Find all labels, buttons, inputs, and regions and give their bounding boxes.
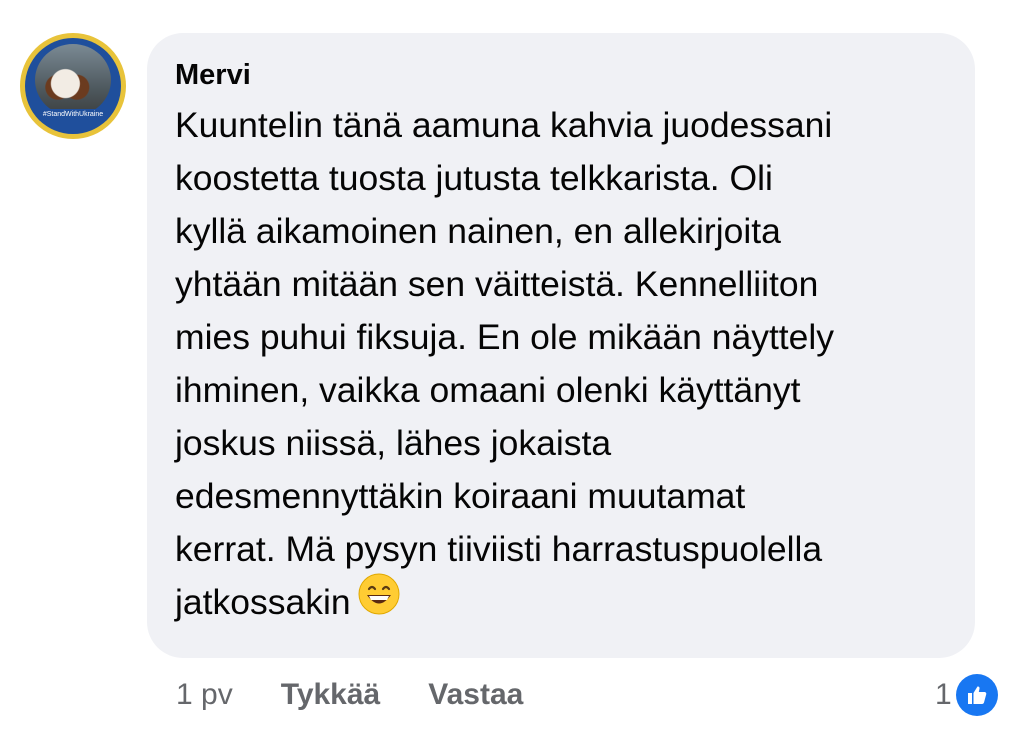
comment-bubble: Mervi Kuuntelin tänä aamuna kahvia juode… (147, 33, 975, 658)
comment: #StandWithUkraine Mervi Kuuntelin tänä a… (0, 0, 1024, 730)
reactions-summary[interactable]: 1 (935, 672, 998, 718)
comment-text-line: koostetta tuosta jutusta telkkarista. Ol… (175, 158, 773, 198)
comment-text-line: edesmennyttäkin koiraani muutamat (175, 476, 746, 516)
comment-text: Kuuntelin tänä aamuna kahvia juodessani … (175, 99, 945, 631)
comment-text-line: jatkossakin (175, 582, 351, 622)
comment-author[interactable]: Mervi (175, 57, 945, 93)
comment-text-line: joskus niissä, lähes jokaista (175, 423, 612, 463)
comment-text-line: ihminen, vaikka omaani olenki käyttänyt (175, 370, 801, 410)
comment-text-line: mies puhui fiksuja. En ole mikään näytte… (175, 317, 835, 357)
comment-timestamp[interactable]: 1 pv (176, 678, 233, 712)
comment-text-line: Kuuntelin tänä aamuna kahvia juodessani (175, 105, 833, 145)
avatar-badge: #StandWithUkraine (31, 109, 115, 121)
thumbs-up-icon (955, 674, 998, 716)
comment-text-line: kyllä aikamoinen nainen, en allekirjoita (175, 211, 781, 251)
comment-text-line: yhtään mitään sen väitteistä. Kennelliit… (175, 264, 819, 304)
comment-text-line-last: jatkossakin (175, 573, 945, 631)
comment-footer: 1 pv Tykkää Vastaa (176, 672, 571, 718)
avatar[interactable]: #StandWithUkraine (20, 33, 126, 139)
avatar-photo (35, 44, 111, 116)
reply-button[interactable]: Vastaa (428, 678, 523, 712)
avatar-image: #StandWithUkraine (25, 38, 121, 134)
comment-text-line: kerrat. Mä pysyn tiiviisti harrastuspuol… (175, 529, 823, 569)
like-button[interactable]: Tykkää (281, 678, 381, 712)
grinning-face-emoji-icon (357, 572, 401, 631)
reaction-count: 1 (935, 678, 952, 711)
